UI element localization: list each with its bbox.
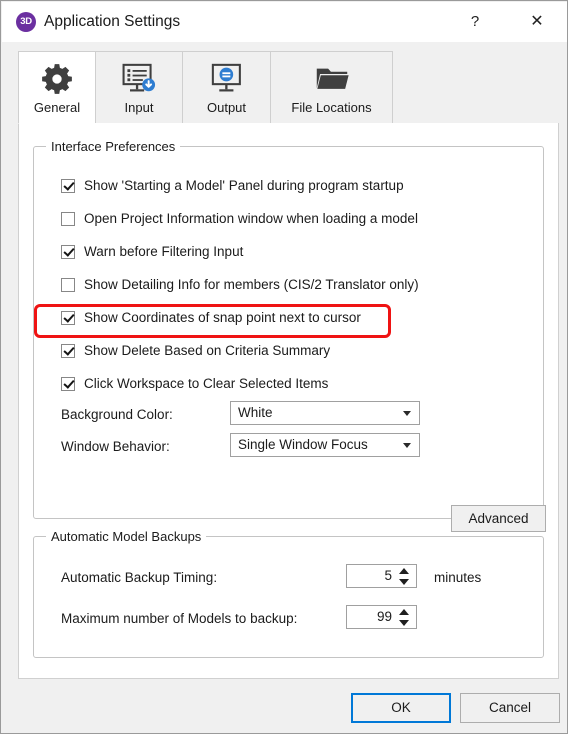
checkbox-box[interactable]	[61, 245, 75, 259]
advanced-button[interactable]: Advanced	[451, 505, 546, 532]
app-3d-icon: 3D	[16, 12, 36, 32]
window-behavior-label: Window Behavior:	[61, 439, 170, 454]
max-models-value: 99	[376, 609, 392, 624]
checkbox-box[interactable]	[61, 311, 75, 325]
spinner-buttons[interactable]	[399, 568, 409, 585]
folder-open-icon	[314, 61, 350, 97]
interface-preferences-group: Interface Preferences Show 'Starting a M…	[33, 139, 546, 532]
automatic-model-backups-title: Automatic Model Backups	[46, 529, 207, 544]
checkbox-open-project-information[interactable]: Open Project Information window when loa…	[61, 209, 418, 229]
spinner-up-icon[interactable]	[399, 609, 409, 615]
checkbox-label: Show Delete Based on Criteria Summary	[84, 343, 331, 358]
spinner-up-icon[interactable]	[399, 568, 409, 574]
title-bar: 3D Application Settings ? ✕	[2, 2, 567, 42]
close-button[interactable]: ✕	[514, 3, 560, 41]
checkbox-show-delete-based-on-criteria[interactable]: Show Delete Based on Criteria Summary	[61, 341, 330, 361]
checkbox-label: Click Workspace to Clear Selected Items	[84, 376, 329, 391]
spinner-down-icon[interactable]	[399, 579, 409, 585]
tab-output-label: Output	[206, 100, 247, 115]
settings-content-panel: Interface Preferences Show 'Starting a M…	[18, 123, 559, 679]
max-models-label: Maximum number of Models to backup:	[61, 611, 298, 626]
checkbox-label: Show Detailing Info for members (CIS/2 T…	[84, 277, 419, 292]
checkbox-box[interactable]	[61, 344, 75, 358]
checkbox-box[interactable]	[61, 278, 75, 292]
tab-input[interactable]: Input	[95, 51, 182, 124]
tab-strip: General Input Output File Locations	[2, 42, 567, 124]
window-behavior-select[interactable]: Single Window Focus	[230, 433, 420, 457]
checkbox-box[interactable]	[61, 377, 75, 391]
gear-icon	[40, 61, 74, 97]
checkbox-label: Show Coordinates of snap point next to c…	[84, 310, 361, 325]
automatic-model-backups-group: Automatic Model Backups Automatic Backup…	[33, 529, 544, 658]
checkbox-show-detailing-info[interactable]: Show Detailing Info for members (CIS/2 T…	[61, 275, 419, 295]
tab-general-label: General	[33, 100, 81, 115]
spinner-buttons[interactable]	[399, 609, 409, 626]
tab-output[interactable]: Output	[182, 51, 270, 124]
chevron-down-icon	[403, 411, 411, 416]
tab-file-locations[interactable]: File Locations	[270, 51, 393, 124]
checkbox-warn-before-filtering-input[interactable]: Warn before Filtering Input	[61, 242, 243, 262]
checkbox-label: Open Project Information window when loa…	[84, 211, 418, 226]
checkbox-label: Show 'Starting a Model' Panel during pro…	[84, 178, 404, 193]
checkbox-label: Warn before Filtering Input	[84, 244, 244, 259]
checkbox-show-coordinates-of-snap-point[interactable]: Show Coordinates of snap point next to c…	[61, 308, 361, 328]
backup-timing-label: Automatic Backup Timing:	[61, 570, 218, 585]
background-color-value: White	[238, 405, 273, 420]
help-button[interactable]: ?	[452, 3, 498, 41]
monitor-equals-icon	[209, 61, 245, 97]
interface-preferences-title: Interface Preferences	[46, 139, 181, 154]
backup-timing-unit: minutes	[434, 570, 482, 585]
spinner-down-icon[interactable]	[399, 620, 409, 626]
checkbox-box[interactable]	[61, 212, 75, 226]
window-title: Application Settings	[44, 13, 181, 30]
application-settings-window: 3D Application Settings ? ✕ General Inpu…	[0, 0, 568, 734]
checkbox-box[interactable]	[61, 179, 75, 193]
checkbox-click-workspace-to-clear[interactable]: Click Workspace to Clear Selected Items	[61, 374, 328, 394]
tab-input-label: Input	[124, 100, 154, 115]
tab-general[interactable]: General	[18, 51, 95, 124]
max-models-stepper[interactable]: 99	[346, 605, 417, 629]
ok-button[interactable]: OK	[351, 693, 451, 723]
cancel-button[interactable]: Cancel	[460, 693, 560, 723]
window-behavior-value: Single Window Focus	[238, 437, 368, 452]
background-color-select[interactable]: White	[230, 401, 420, 425]
monitor-download-icon	[121, 61, 157, 97]
backup-timing-value: 5	[384, 568, 392, 583]
tab-file-locations-label: File Locations	[291, 100, 372, 115]
tabs-row: General Input Output File Locations	[18, 51, 393, 124]
checkbox-show-starting-model-panel[interactable]: Show 'Starting a Model' Panel during pro…	[61, 176, 404, 196]
background-color-label: Background Color:	[61, 407, 173, 422]
backup-timing-stepper[interactable]: 5	[346, 564, 417, 588]
chevron-down-icon	[403, 443, 411, 448]
